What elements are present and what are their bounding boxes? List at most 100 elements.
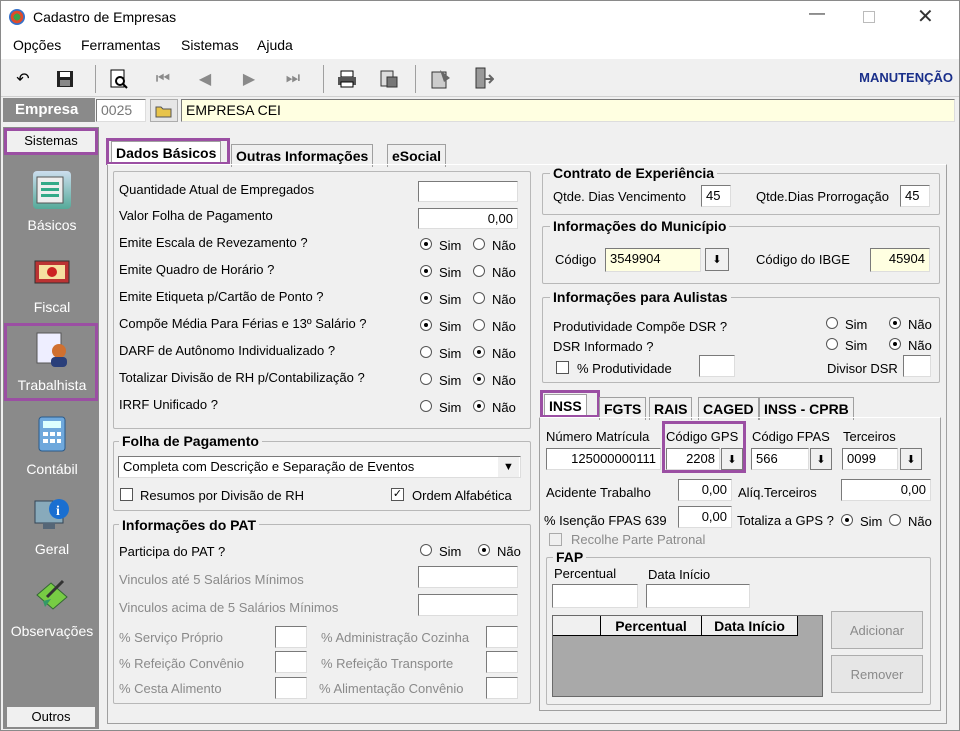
undo-icon[interactable]: ↶ (11, 67, 35, 91)
codigo-fpas-input[interactable]: 566 (751, 448, 809, 470)
next-record-icon[interactable]: ▶ (237, 67, 261, 91)
question-sim-radio[interactable] (420, 265, 432, 277)
menu-opcoes[interactable]: Opções (13, 37, 61, 53)
dsr-inf-sim-radio[interactable] (826, 338, 838, 350)
resumos-checkbox[interactable] (120, 488, 133, 501)
fap-data-input[interactable] (646, 584, 750, 608)
prod-dsr-sim-radio[interactable] (826, 317, 838, 329)
fap-percentual-input[interactable] (552, 584, 638, 608)
question-sim-radio[interactable] (420, 292, 432, 304)
totaliza-sim-radio[interactable] (841, 514, 853, 526)
previous-record-icon[interactable]: ◀ (193, 67, 217, 91)
sidebar-item-geral[interactable]: i Geral (3, 491, 99, 561)
report-icon[interactable] (377, 67, 401, 91)
sidebar-item-observacoes[interactable]: Observações (3, 571, 99, 645)
first-record-icon[interactable]: ⏮ (151, 67, 175, 91)
maximize-icon[interactable] (863, 11, 875, 23)
remover-button[interactable]: Remover (831, 655, 923, 693)
dias-prorrogacao-input[interactable]: 45 (900, 185, 930, 207)
isencao-input[interactable]: 0,00 (678, 506, 732, 528)
question-nao-radio[interactable] (473, 238, 485, 250)
question-sim-radio[interactable] (420, 319, 432, 331)
menu-ajuda[interactable]: Ajuda (257, 37, 293, 53)
vinculos-acima-input[interactable] (418, 594, 518, 616)
fap-col-percentual[interactable]: Percentual (601, 616, 702, 636)
fap-data-label: Data Início (648, 567, 711, 582)
question-nao-radio[interactable] (473, 292, 485, 304)
last-record-icon[interactable]: ⏭ (281, 67, 305, 91)
adicionar-button[interactable]: Adicionar (831, 611, 923, 649)
contabil-icon (33, 415, 71, 453)
terceiros-lookup-icon[interactable]: ⬇ (900, 448, 922, 470)
produtividade-input[interactable] (699, 355, 735, 377)
adm-cozinha-input[interactable] (486, 626, 518, 648)
qtd-empregados-input[interactable] (418, 181, 518, 202)
refeicao-transporte-input[interactable] (486, 651, 518, 673)
minimize-icon[interactable]: — (809, 5, 825, 23)
matricula-input[interactable]: 125000000111 (546, 448, 661, 470)
municipio-lookup-icon[interactable]: ⬇ (705, 248, 729, 271)
close-icon[interactable]: ✕ (917, 4, 934, 29)
question-sim-radio[interactable] (420, 373, 432, 385)
aliq-terceiros-input[interactable]: 0,00 (841, 479, 931, 501)
codigo-fpas-label: Código FPAS (752, 429, 830, 444)
chevron-down-icon[interactable]: ▼ (498, 457, 519, 477)
alimentacao-convenio-input[interactable] (486, 677, 518, 699)
question-sim-radio[interactable] (420, 346, 432, 358)
sidebar-item-contabil[interactable]: Contábil (3, 411, 99, 481)
servico-proprio-input[interactable] (275, 626, 307, 648)
question-nao-radio[interactable] (473, 346, 485, 358)
preview-icon[interactable] (107, 67, 131, 91)
acidente-input[interactable]: 0,00 (678, 479, 732, 501)
question-sim-radio[interactable] (420, 400, 432, 412)
vinculos-ate-label: Vinculos até 5 Salários Mínimos (119, 572, 304, 587)
tools-icon[interactable] (429, 67, 453, 91)
print-icon[interactable] (335, 67, 359, 91)
question-sim-label: Sim (439, 292, 462, 307)
recolhe-patronal-checkbox[interactable] (549, 533, 562, 546)
prod-dsr-nao-radio[interactable] (889, 317, 901, 329)
empresa-name-input[interactable]: EMPRESA CEI (181, 99, 955, 122)
totaliza-nao-radio[interactable] (889, 514, 901, 526)
refeicao-convenio-input[interactable] (275, 651, 307, 673)
fpas-lookup-icon[interactable]: ⬇ (810, 448, 832, 470)
ordem-checkbox[interactable]: ✓ (391, 488, 404, 501)
dsr-inf-sim-label: Sim (845, 338, 868, 353)
dsr-inf-nao-radio[interactable] (889, 338, 901, 350)
question-sim-label: Sim (439, 373, 462, 388)
sidebar-footer[interactable]: Outros (7, 707, 95, 727)
question-nao-radio[interactable] (473, 319, 485, 331)
produtividade-checkbox[interactable] (556, 361, 569, 374)
sidebar-item-basicos[interactable]: Básicos (3, 167, 99, 237)
geral-icon: i (33, 495, 71, 533)
codigo-municipio-input[interactable]: 3549904 (605, 248, 701, 272)
vinculos-ate-input[interactable] (418, 566, 518, 588)
valor-folha-input[interactable]: 0,00 (418, 208, 518, 229)
divisor-dsr-input[interactable] (903, 355, 931, 377)
cesta-alimento-label: % Cesta Alimento (119, 681, 222, 696)
exit-icon[interactable] (471, 67, 495, 91)
menu-ferramentas[interactable]: Ferramentas (81, 37, 160, 53)
dias-vencimento-input[interactable]: 45 (701, 185, 731, 207)
fap-col-data[interactable]: Data Início (702, 616, 798, 636)
codigo-ibge-input[interactable]: 45904 (870, 248, 930, 272)
save-icon[interactable] (53, 67, 77, 91)
fap-table[interactable]: Percentual Data Início (552, 615, 823, 697)
open-folder-icon[interactable] (150, 99, 178, 122)
question-nao-radio[interactable] (473, 265, 485, 277)
question-sim-radio[interactable] (420, 238, 432, 250)
cesta-alimento-input[interactable] (275, 677, 307, 699)
fiscal-icon (33, 253, 71, 291)
app-icon (9, 9, 25, 25)
terceiros-input[interactable]: 0099 (842, 448, 898, 470)
sidebar-item-fiscal[interactable]: Fiscal (3, 249, 99, 319)
menu-sistemas[interactable]: Sistemas (181, 37, 239, 53)
participa-nao-radio[interactable] (478, 544, 490, 556)
question-nao-radio[interactable] (473, 400, 485, 412)
empresa-code-input[interactable]: 0025 (96, 99, 146, 122)
question-label: Emite Etiqueta p/Cartão de Ponto ? (119, 289, 324, 304)
question-nao-radio[interactable] (473, 373, 485, 385)
folha-select[interactable]: Completa com Descrição e Separação de Ev… (118, 456, 521, 478)
contrato-group-title: Contrato de Experiência (550, 165, 718, 181)
participa-sim-radio[interactable] (420, 544, 432, 556)
